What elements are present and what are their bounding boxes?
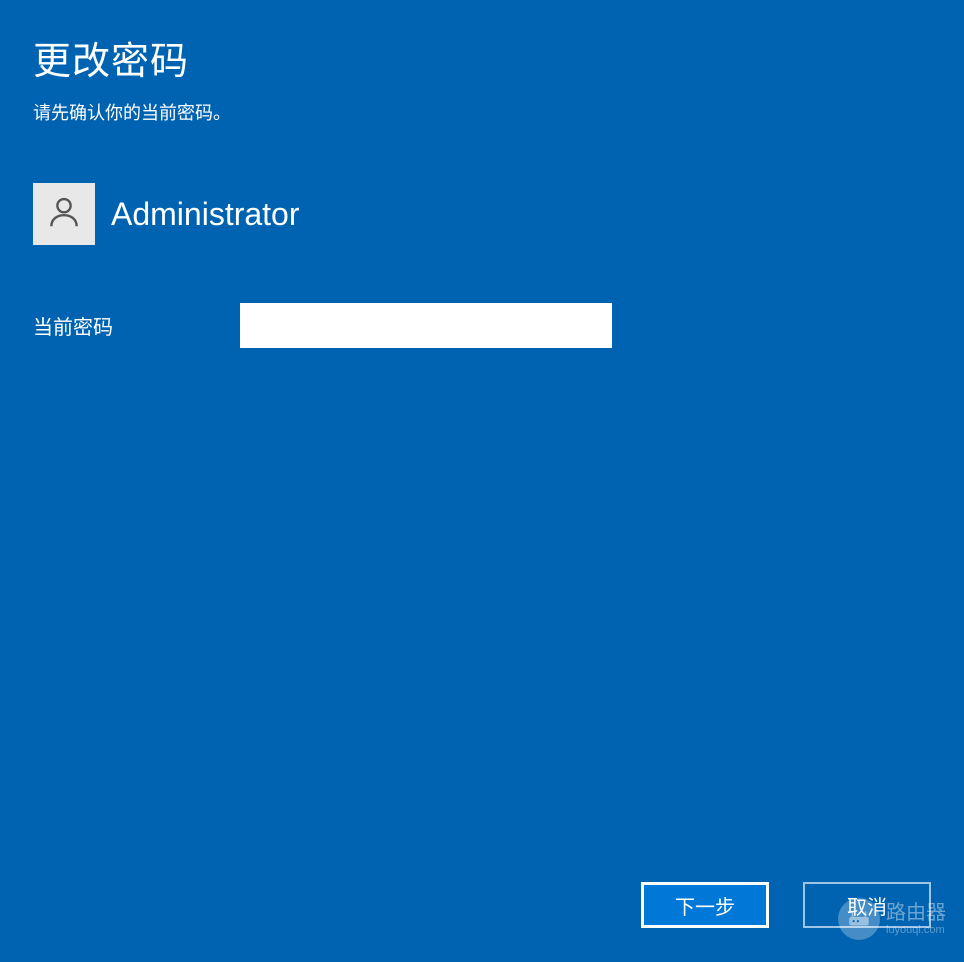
current-password-label: 当前密码 xyxy=(33,311,240,340)
current-password-row: 当前密码 xyxy=(33,303,931,348)
current-password-input[interactable] xyxy=(240,303,612,348)
username-label: Administrator xyxy=(111,196,300,233)
cancel-button[interactable]: 取消 xyxy=(803,882,931,928)
user-icon xyxy=(45,193,83,236)
avatar xyxy=(33,183,95,245)
page-title: 更改密码 xyxy=(33,30,931,85)
next-button[interactable]: 下一步 xyxy=(641,882,769,928)
page-subtitle: 请先确认你的当前密码。 xyxy=(33,99,931,125)
button-row: 下一步 取消 xyxy=(641,882,931,928)
user-info-row: Administrator xyxy=(33,183,931,245)
